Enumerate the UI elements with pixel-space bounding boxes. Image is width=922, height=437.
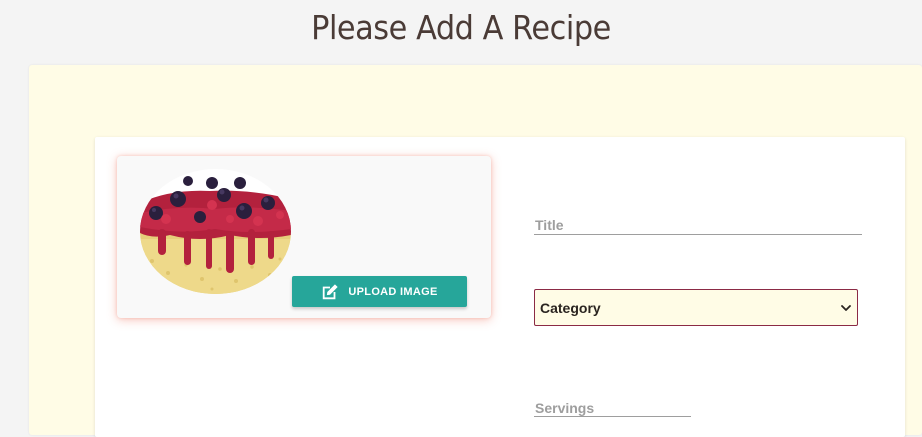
servings-label: Servings [535, 400, 595, 416]
edit-icon [323, 283, 339, 299]
category-select[interactable]: Category [534, 289, 858, 326]
chevron-down-icon [841, 304, 851, 311]
upload-image-label: UPLOAD IMAGE [348, 285, 438, 298]
upload-image-button[interactable]: UPLOAD IMAGE [292, 276, 467, 307]
category-selected-value: Category [540, 299, 601, 316]
page-title: Please Add A Recipe [311, 8, 611, 47]
recipe-image [140, 169, 291, 294]
title-label: Title [535, 217, 564, 233]
title-input[interactable] [534, 214, 862, 235]
recipe-image-drawing [140, 169, 291, 294]
